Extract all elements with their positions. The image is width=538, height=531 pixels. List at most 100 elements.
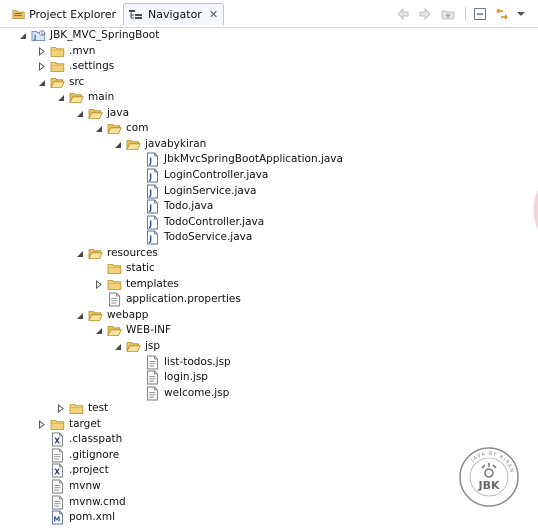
tree-item-file-application-properties[interactable]: application.properties [0,292,440,307]
tree-item-file-project[interactable]: X .project [0,463,440,478]
folder-icon [107,261,122,276]
expanded-arrow-icon[interactable] [113,140,122,149]
link-with-editor-icon[interactable] [495,7,509,21]
java-file-icon: J [145,215,160,230]
expanded-arrow-icon[interactable] [94,326,103,335]
view-tab-bar: Project Explorer Navigator ✕ [0,0,538,28]
tree-item-folder-java[interactable]: java [0,106,440,121]
tree-item-file-logincontroller[interactable]: J LoginController.java [0,168,440,183]
tree-item-folder-main[interactable]: main [0,90,440,105]
tab-project-explorer[interactable]: Project Explorer [8,3,120,25]
tree-item-folder-com[interactable]: com [0,121,440,136]
collapsed-arrow-icon[interactable] [94,279,103,289]
up-folder-icon[interactable] [441,7,455,21]
tree-item-label: com [126,122,149,135]
text-file-icon [107,292,122,307]
view-menu-icon[interactable] [516,7,526,21]
folder-icon [50,44,65,59]
tree-item-folder-jsp[interactable]: jsp [0,339,440,354]
expanded-arrow-icon[interactable] [75,311,84,320]
jbk-logo-icon: JAVA BY KIRAN JBK [459,447,519,507]
tree-item-label: LoginService.java [164,184,257,197]
tree-item-file-gitignore[interactable]: .gitignore [0,448,440,463]
tree-item-label: TodoController.java [164,215,265,228]
collapsed-arrow-icon[interactable] [37,46,46,56]
text-file-icon [50,495,65,510]
tree-item-file-jbkmvcspringbootapplication[interactable]: J JbkMvcSpringBootApplication.java [0,152,440,167]
svg-text:X: X [54,468,60,477]
svg-text:J: J [148,157,152,166]
svg-text:X: X [54,437,60,446]
tab-navigator[interactable]: Navigator ✕ [123,3,224,25]
edge-mark [527,190,538,230]
tree-item-folder-src[interactable]: src [0,75,440,90]
expanded-arrow-icon[interactable] [75,249,84,258]
expanded-arrow-icon[interactable] [56,93,65,102]
tree-item-label: .mvn [69,44,96,57]
folder-icon [50,417,65,432]
folder-icon [69,401,84,416]
tree-item-file-list-todos-jsp[interactable]: list-todos.jsp [0,355,440,370]
tree-item-label: src [69,75,85,88]
folder-open-icon [88,308,103,323]
text-file-icon [50,479,65,494]
java-file-icon: J [145,152,160,167]
expanded-arrow-icon[interactable] [37,78,46,87]
tree-item-file-classpath[interactable]: X .classpath [0,432,440,447]
tree-item-folder-static[interactable]: static [0,261,440,276]
tree-item-folder-mvn[interactable]: .mvn [0,44,440,59]
tree-item-project-jbk-mvc-springboot[interactable]: J S JBK_MVC_SpringBoot [0,28,440,43]
tree-item-label: LoginController.java [164,168,269,181]
tree-item-file-mvnw[interactable]: mvnw [0,479,440,494]
tree-item-file-todo[interactable]: J Todo.java [0,199,440,214]
back-arrow-icon[interactable] [396,7,410,21]
tree-item-folder-templates[interactable]: templates [0,277,440,292]
jbk-watermark-logo: JAVA BY KIRAN JBK [458,446,520,508]
folder-open-icon [50,75,65,90]
svg-text:J: J [148,188,152,197]
collapsed-arrow-icon[interactable] [37,419,46,429]
tree-item-folder-settings[interactable]: .settings [0,59,440,74]
tree-item-folder-web-inf[interactable]: WEB-INF [0,323,440,338]
collapsed-arrow-icon[interactable] [56,404,65,414]
tree-item-file-mvnw-cmd[interactable]: mvnw.cmd [0,495,440,510]
text-file-icon [145,370,160,385]
tree-item-file-loginservice[interactable]: J LoginService.java [0,184,440,199]
svg-text:J: J [33,34,36,41]
svg-text:M: M [53,516,60,524]
tree-item-file-welcome-jsp[interactable]: welcome.jsp [0,386,440,401]
close-icon[interactable]: ✕ [209,8,218,21]
tree-item-label: welcome.jsp [164,386,230,399]
collapse-all-icon[interactable] [473,7,487,21]
tree-item-label: mvnw [69,479,101,492]
tree-item-folder-resources[interactable]: resources [0,246,440,261]
collapsed-arrow-icon[interactable] [37,62,46,72]
tree-item-label: mvnw.cmd [69,495,126,508]
java-file-icon: J [145,199,160,214]
text-file-icon [145,386,160,401]
tree-item-label: .gitignore [69,448,120,461]
java-file-icon: J [145,230,160,245]
tree-item-label: webapp [107,308,149,321]
tree-item-folder-test[interactable]: test [0,401,440,416]
xml-file-icon: X [50,432,65,447]
tree-item-folder-webapp[interactable]: webapp [0,308,440,323]
tree-item-file-todoservice[interactable]: J TodoService.java [0,230,440,245]
text-file-icon [50,448,65,463]
expanded-arrow-icon[interactable] [75,109,84,118]
jbk-logo-label: JBK [477,479,499,492]
maven-pom-icon: M [50,510,65,525]
tab-navigator-label: Navigator [148,8,202,21]
tree-item-label: static [126,262,155,275]
forward-arrow-icon[interactable] [418,7,432,21]
tree-item-file-pom-xml[interactable]: Mpom.xml [0,510,440,525]
tree-item-folder-target[interactable]: target [0,417,440,432]
expanded-arrow-icon[interactable] [18,31,27,40]
expanded-arrow-icon[interactable] [113,342,122,351]
tree-item-file-login-jsp[interactable]: login.jsp [0,370,440,385]
tree-item-folder-javabykiran[interactable]: javabykiran [0,137,440,152]
expanded-arrow-icon[interactable] [94,124,103,133]
tree-item-file-todocontroller[interactable]: J TodoController.java [0,215,440,230]
tab-project-explorer-label: Project Explorer [29,7,116,21]
folder-open-icon [88,246,103,261]
